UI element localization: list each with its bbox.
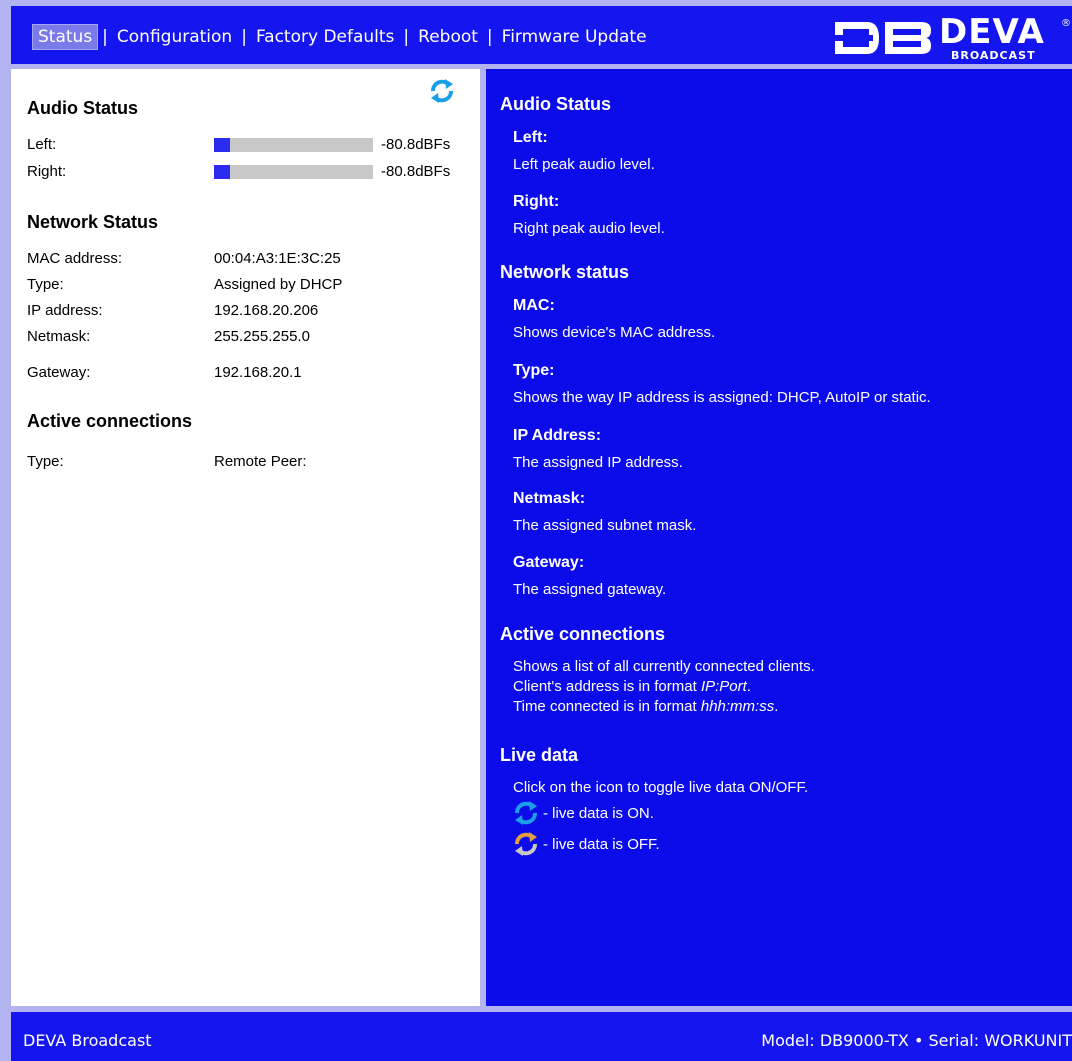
help-connections-line1: Shows a list of all currently connected … [513, 658, 815, 675]
logo-subtitle: BROADCAST [951, 49, 1036, 62]
help-panel [486, 69, 1072, 1006]
help-mac-text: Shows device's MAC address. [513, 324, 716, 341]
audio-right-row: Right: -80.8dBFs [27, 162, 450, 182]
help-live-off: - live data is OFF. [513, 831, 660, 857]
deva-logo: DEVA ® BROADCAST [833, 12, 1072, 62]
help-gateway-title: Gateway: [513, 554, 585, 571]
logo-word: DEVA [939, 12, 1045, 52]
db-logo-mark-icon [833, 22, 931, 54]
type-label: Type: [27, 276, 64, 293]
remote-peer-column: Remote Peer: [214, 453, 307, 470]
help-type-text: Shows the way IP address is assigned: DH… [513, 389, 931, 406]
nav-reboot[interactable]: Reboot [413, 25, 483, 49]
help-connections-line3-suffix: . [774, 698, 779, 715]
netmask-label: Netmask: [27, 328, 91, 345]
help-network-heading: Network status [500, 262, 630, 282]
help-netmask-text: The assigned subnet mask. [513, 517, 697, 534]
help-ip-title: IP Address: [513, 427, 602, 444]
nav-separator: | [403, 27, 410, 47]
help-gateway-text: The assigned gateway. [513, 581, 667, 598]
help-live-text: Click on the icon to toggle live data ON… [513, 779, 809, 796]
network-row-ip: IP address: 192.168.20.206 [27, 301, 318, 321]
audio-right-label: Right: [27, 163, 67, 180]
help-netmask-title: Netmask: [513, 490, 586, 507]
nav-factory-defaults[interactable]: Factory Defaults [251, 25, 399, 49]
help-mac-title: MAC: [513, 297, 555, 314]
help-live-on: - live data is ON. [513, 800, 654, 826]
help-left-text: Left peak audio level. [513, 156, 655, 173]
help-live-heading: Live data [500, 745, 579, 765]
active-connections-heading: Active connections [27, 411, 193, 431]
help-connections-line2-format: IP:Port [700, 678, 747, 695]
nav-firmware-update[interactable]: Firmware Update [497, 25, 652, 49]
status-panel [11, 69, 480, 1006]
netmask-value: 255.255.255.0 [214, 328, 310, 345]
main-nav: Status | Configuration | Factory Default… [32, 24, 652, 50]
help-connections-line3-prefix: Time connected is in format [513, 698, 701, 715]
audio-right-value: -80.8dBFs [381, 163, 451, 180]
audio-left-value: -80.8dBFs [381, 136, 451, 153]
gateway-value: 192.168.20.1 [214, 364, 302, 381]
connection-type-column: Type: [27, 453, 64, 470]
network-row-gateway: Gateway: 192.168.20.1 [27, 363, 302, 383]
nav-separator: | [102, 27, 108, 47]
audio-right-meter-fill [214, 165, 230, 179]
help-connections-line3: Time connected is in format hhh:mm:ss. [513, 697, 778, 716]
help-connections-line3-format: hhh:mm:ss [700, 698, 775, 715]
type-value: Assigned by DHCP [214, 276, 343, 293]
help-live-off-text: - live data is OFF. [543, 835, 660, 853]
help-type-title: Type: [513, 362, 555, 379]
refresh-off-icon [515, 832, 537, 856]
network-row-type: Type: Assigned by DHCP [27, 275, 342, 295]
refresh-on-icon [515, 801, 537, 825]
nav-configuration[interactable]: Configuration [112, 25, 237, 49]
ip-label: IP address: [27, 302, 103, 319]
audio-left-row: Left: -80.8dBFs [27, 135, 450, 155]
help-live-on-text: - live data is ON. [543, 804, 654, 822]
help-right-title: Right: [513, 193, 560, 210]
audio-left-meter-fill [214, 138, 230, 152]
network-row-mac: MAC address: 00:04:A3:1E:3C:25 [27, 249, 341, 269]
logo-registered-mark: ® [1061, 18, 1071, 29]
mac-value: 00:04:A3:1E:3C:25 [214, 250, 341, 267]
gateway-label: Gateway: [27, 364, 91, 381]
help-ip-text: The assigned IP address. [513, 454, 683, 471]
top-bar: Status | Configuration | Factory Default… [11, 6, 1072, 64]
nav-separator: | [241, 27, 247, 47]
connections-header-row: Type: Remote Peer: [27, 452, 307, 472]
audio-right-meter [214, 165, 373, 179]
network-status-heading: Network Status [27, 212, 159, 232]
footer-brand: DEVA Broadcast [23, 1031, 152, 1050]
help-connections-heading: Active connections [500, 624, 666, 644]
audio-left-label: Left: [27, 136, 57, 153]
nav-separator: | [486, 27, 493, 47]
audio-left-meter [214, 138, 373, 152]
audio-status-heading: Audio Status [27, 98, 138, 118]
footer-model-serial: Model: DB9000-TX • Serial: WORKUNIT [761, 1031, 1072, 1050]
network-row-netmask: Netmask: 255.255.255.0 [27, 327, 310, 347]
footer: DEVA Broadcast Model: DB9000-TX • Serial… [11, 1012, 1072, 1061]
help-right-text: Right peak audio level. [513, 220, 665, 237]
refresh-icon[interactable] [429, 78, 455, 104]
help-connections-line2-suffix: . [746, 678, 751, 695]
help-connections-line2-prefix: Client's address is in format [513, 678, 701, 695]
ip-value: 192.168.20.206 [214, 302, 319, 319]
nav-status[interactable]: Status [32, 24, 99, 50]
help-connections-line2: Client's address is in format IP:Port. [513, 677, 751, 696]
help-left-title: Left: [513, 129, 548, 146]
help-audio-heading: Audio Status [500, 94, 611, 114]
mac-label: MAC address: [27, 250, 123, 267]
